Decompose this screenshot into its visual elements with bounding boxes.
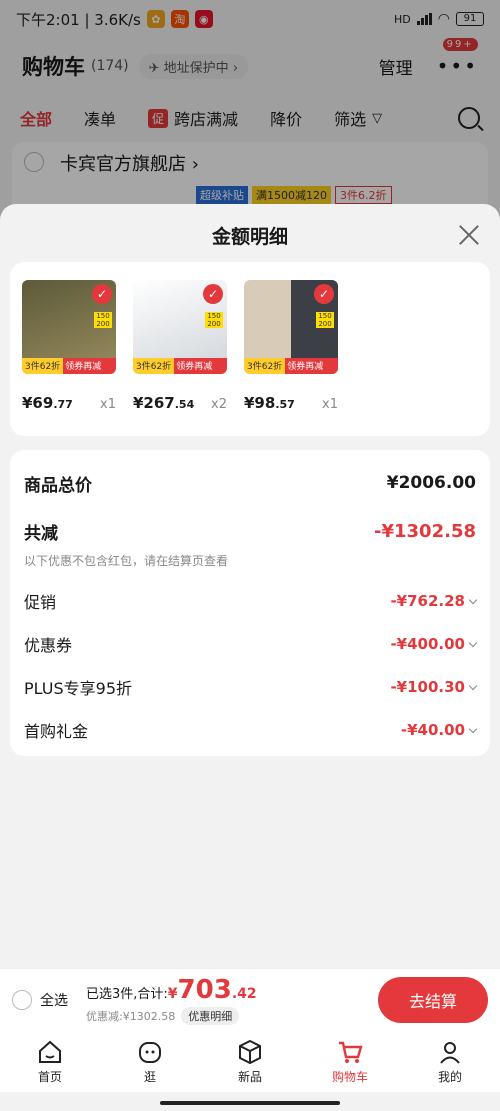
product-quantity: x1 <box>322 397 338 412</box>
price-summary: 商品总价 ¥2006.00 共减 -¥1302.58 以下优惠不包含红包，请在结… <box>10 450 490 756</box>
goods-total-value: ¥2006.00 <box>386 473 476 493</box>
cart-icon <box>339 1041 363 1063</box>
chevron-down-icon <box>468 724 478 733</box>
product-price-tag: 150 200 <box>316 312 334 328</box>
home-icon <box>39 1040 61 1063</box>
product-quantity: x1 <box>100 397 116 412</box>
discount-value: -¥40.00 <box>401 721 478 739</box>
discount-detail-button[interactable]: 优惠明细 <box>181 1006 240 1025</box>
tab-home[interactable]: 首页 <box>0 1030 100 1092</box>
profile-icon <box>440 1042 460 1064</box>
discount-value: -¥762.28 <box>390 592 478 610</box>
product-price-tag: 150 200 <box>94 312 112 328</box>
selected-products: ✓ 150200 3件62折领券再减260元 ¥69.77 x1 ✓ 15020… <box>10 262 490 436</box>
discount-label: PLUS专享95折 <box>24 678 132 698</box>
tab-profile[interactable]: 我的 <box>400 1030 500 1092</box>
discount-value: -¥100.30 <box>390 678 478 696</box>
bottom-tab-bar: 首页 逛 新品 购物车 我的 <box>0 1030 500 1092</box>
checkout-button[interactable]: 去结算 <box>378 976 488 1023</box>
discount-row-coupon[interactable]: 优惠券 -¥400.00 <box>24 622 478 665</box>
discover-icon <box>139 1042 161 1063</box>
tab-cart[interactable]: 购物车 <box>300 1030 400 1092</box>
discount-label: 优惠券 <box>24 635 73 655</box>
home-indicator[interactable] <box>160 1101 340 1105</box>
goods-total-row: 商品总价 ¥2006.00 <box>24 466 476 500</box>
checkout-bar: 全选 已选3件,合计: ¥ 703.42 优惠减:¥1302.58 优惠明细 去… <box>0 968 500 1030</box>
check-icon: ✓ <box>203 284 223 304</box>
product-price: ¥98.57 <box>244 394 295 412</box>
discount-value: -¥400.00 <box>390 635 478 653</box>
sheet-title: 金额明细 <box>211 226 288 248</box>
box-icon <box>239 1039 261 1065</box>
selection-summary: 已选3件,合计: ¥ 703.42 优惠减:¥1302.58 优惠明细 <box>86 975 257 1025</box>
product-promo-strip: 3件62折领券再减260元 <box>22 358 116 374</box>
product-promo-strip: 3件62折领券再减260元 <box>244 358 338 374</box>
discount-total-text: 优惠减:¥1302.58 <box>86 1009 176 1023</box>
discount-row-promotion[interactable]: 促销 -¥762.28 <box>24 579 478 622</box>
product-item[interactable]: ✓ 150200 3件62折领券再减260元 ¥98.57 x1 <box>244 280 338 418</box>
close-icon[interactable] <box>458 224 480 246</box>
product-price: ¥267.54 <box>133 394 195 412</box>
tab-new[interactable]: 新品 <box>200 1030 300 1092</box>
discount-row-first-purchase[interactable]: 首购礼金 -¥40.00 <box>24 708 478 751</box>
discount-label: 促销 <box>24 592 57 612</box>
product-price: ¥69.77 <box>22 394 73 412</box>
selected-count-text: 已选3件,合计: <box>86 986 168 1002</box>
product-item[interactable]: ✓ 150200 3件62折领券再减260元 ¥69.77 x1 <box>22 280 116 418</box>
chevron-down-icon <box>468 681 478 690</box>
product-image: ✓ 150200 3件62折领券再减260元 <box>133 280 227 374</box>
product-promo-strip: 3件62折领券再减260元 <box>133 358 227 374</box>
product-price-tag: 150 200 <box>205 312 223 328</box>
product-image: ✓ 150200 3件62折领券再减260元 <box>22 280 116 374</box>
chevron-down-icon <box>468 595 478 604</box>
total-reduction-value: -¥1302.58 <box>374 520 476 542</box>
chevron-down-icon <box>468 638 478 647</box>
total-reduction-label: 共减 <box>24 523 58 544</box>
check-icon: ✓ <box>314 284 334 304</box>
discount-row-plus[interactable]: PLUS专享95折 -¥100.30 <box>24 665 478 708</box>
product-quantity: x2 <box>211 397 227 412</box>
select-all-label[interactable]: 全选 <box>40 990 68 1010</box>
currency-symbol: ¥ <box>167 985 178 1002</box>
reduction-note: 以下优惠不包含红包，请在结算页查看 <box>24 554 229 568</box>
discount-label: 首购礼金 <box>24 721 89 741</box>
check-icon: ✓ <box>92 284 112 304</box>
total-reduction-row: 共减 -¥1302.58 <box>24 514 476 548</box>
product-item[interactable]: ✓ 150200 3件62折领券再减260元 ¥267.54 x2 <box>133 280 227 418</box>
goods-total-label: 商品总价 <box>24 475 92 496</box>
checkout-total: 703.42 <box>177 974 257 1005</box>
product-image: ✓ 150200 3件62折领券再减260元 <box>244 280 338 374</box>
select-all-radio[interactable] <box>12 989 32 1010</box>
tab-discover[interactable]: 逛 <box>100 1030 200 1092</box>
